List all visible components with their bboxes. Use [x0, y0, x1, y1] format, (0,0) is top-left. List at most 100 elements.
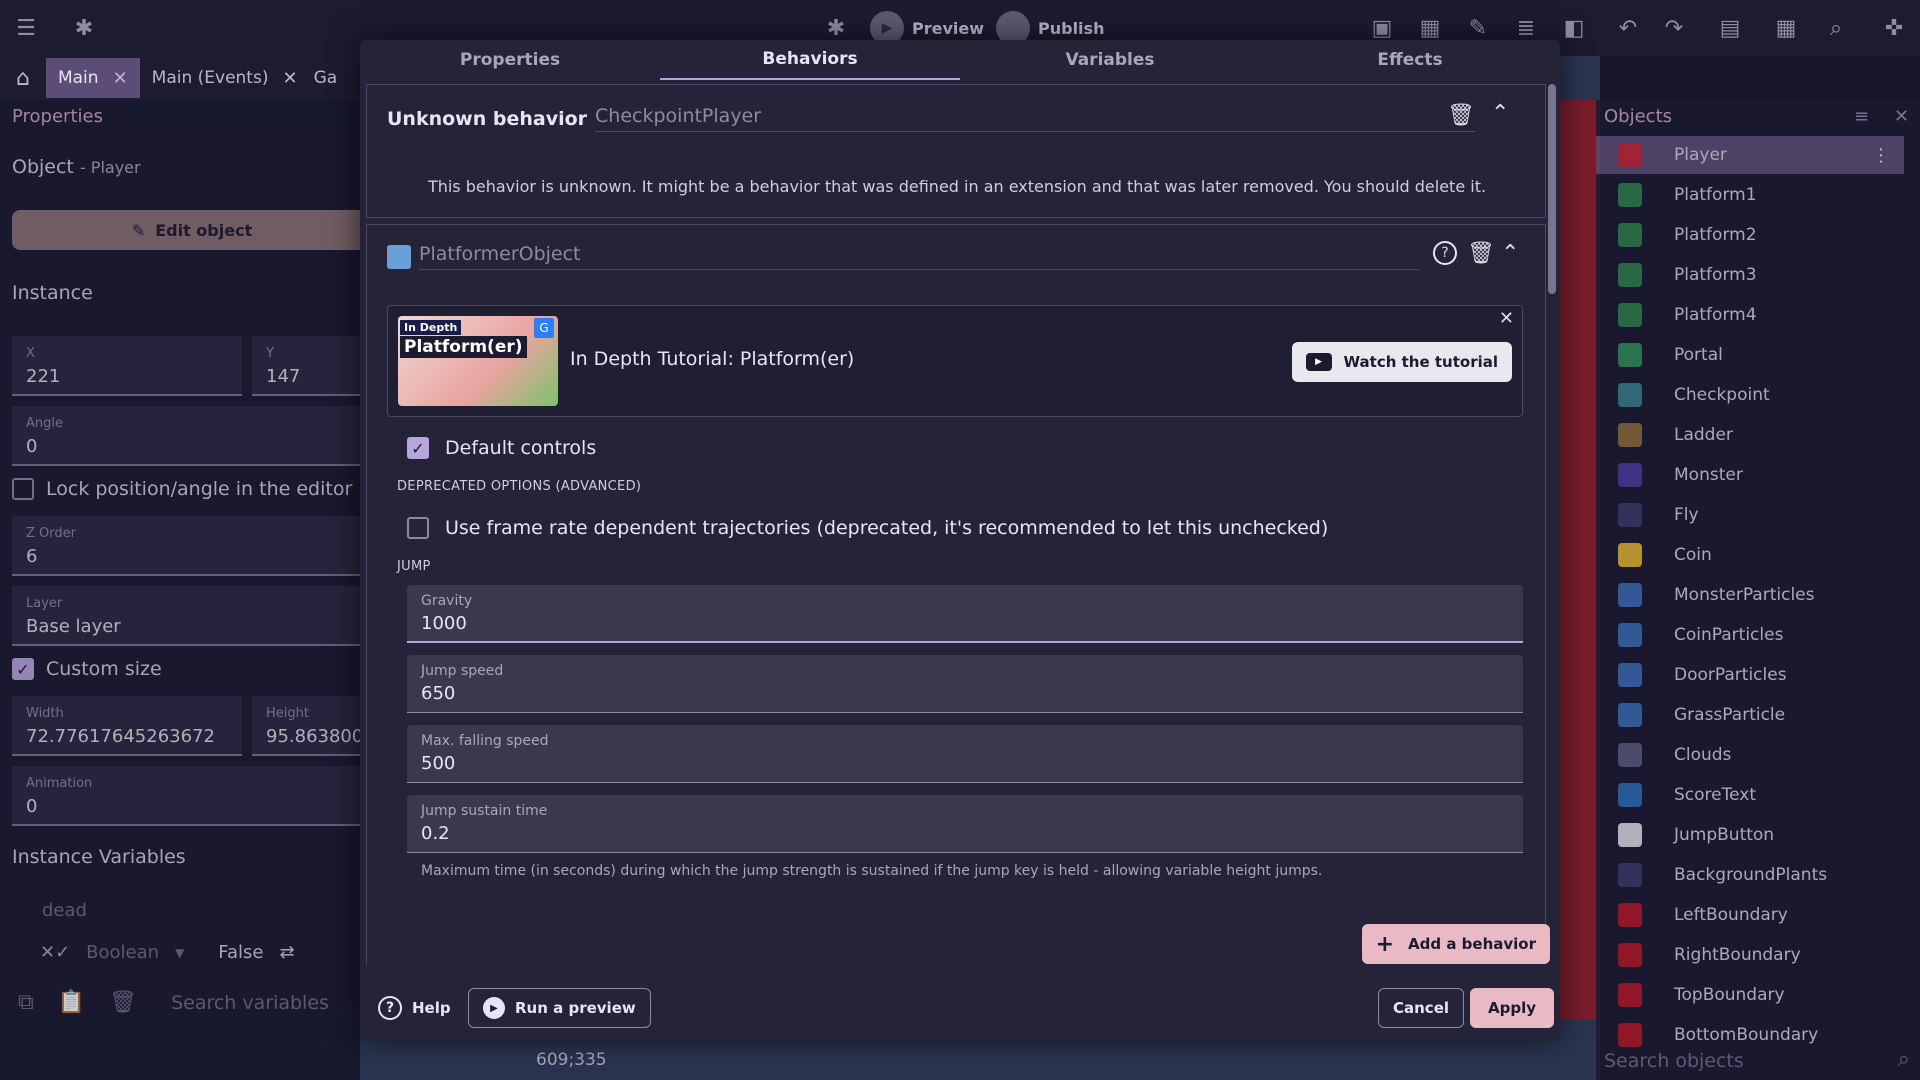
behavior-name[interactable]: CheckpointPlayer [595, 105, 1476, 132]
object-item[interactable]: Player ⋮ [1596, 136, 1904, 174]
angle-field[interactable]: Angle 0 [12, 406, 372, 466]
dialog-scrollbar[interactable] [1548, 84, 1556, 964]
field-label: Animation [26, 776, 93, 791]
x-field[interactable]: X 221 [12, 336, 242, 396]
watch-tutorial-button[interactable]: ▶ Watch the tutorial [1291, 342, 1512, 382]
default-controls-checkbox[interactable]: ✓ [407, 437, 429, 459]
object-item[interactable]: Fly [1596, 496, 1904, 534]
max-falling-speed-field[interactable]: Max. falling speed 500 [407, 725, 1523, 783]
field-value: 0 [26, 436, 38, 457]
tab-main[interactable]: Main ✕ [45, 58, 140, 98]
object-name: Player [1674, 145, 1727, 165]
object-item[interactable]: Clouds [1596, 736, 1904, 774]
object-item[interactable]: BackgroundPlants [1596, 856, 1904, 894]
close-icon[interactable]: ✕ [113, 68, 128, 89]
variable-name[interactable]: dead [42, 900, 87, 921]
animation-field[interactable]: Animation 0 [12, 766, 372, 826]
object-item[interactable]: Portal [1596, 336, 1904, 374]
help-icon[interactable]: ? [1433, 241, 1457, 265]
zoom-icon[interactable]: ⌕ [1818, 10, 1854, 46]
close-icon[interactable]: ✕ [1894, 106, 1909, 127]
behaviors-list[interactable]: Unknown behavior CheckpointPlayer 🗑 ⌃ Th… [366, 84, 1546, 964]
object-item[interactable]: BottomBoundary [1596, 1016, 1904, 1054]
undo-icon[interactable]: ↶ [1610, 10, 1646, 46]
search-icon[interactable]: ⌕ [1898, 1047, 1910, 1072]
height-field[interactable]: Height 95.8638000 [252, 696, 372, 756]
help-button[interactable]: ? Help [378, 988, 451, 1028]
project-manager-icon[interactable]: ☰ [8, 10, 44, 46]
run-preview-button[interactable]: ▶ Run a preview [468, 988, 651, 1028]
z-order-field[interactable]: Z Order 6 [12, 516, 372, 576]
object-item[interactable]: JumpButton [1596, 816, 1904, 854]
debugger-icon[interactable]: ✱ [66, 10, 102, 46]
frame-rate-checkbox[interactable] [407, 517, 429, 539]
object-item[interactable]: Platform2 [1596, 216, 1904, 254]
select-all-icon[interactable]: ▤ [1712, 10, 1748, 46]
object-item[interactable]: RightBoundary [1596, 936, 1904, 974]
tab-main-events[interactable]: Main (Events) ✕ [140, 58, 310, 98]
chevron-down-icon[interactable]: ▼ [175, 946, 184, 960]
object-item[interactable]: CoinParticles [1596, 616, 1904, 654]
custom-size-row[interactable]: ✓ Custom size [12, 658, 162, 680]
object-item[interactable]: Checkpoint [1596, 376, 1904, 414]
object-item[interactable]: Platform1 [1596, 176, 1904, 214]
tab-properties[interactable]: Properties [360, 40, 660, 80]
object-thumbnail-icon [1618, 503, 1642, 527]
chevron-up-icon[interactable]: ⌃ [1501, 241, 1519, 266]
edit-object-button[interactable]: ✎ Edit object [12, 210, 372, 250]
variable-type[interactable]: Boolean [86, 942, 159, 963]
object-item[interactable]: Ladder [1596, 416, 1904, 454]
home-tab[interactable]: ⌂ [0, 58, 46, 98]
width-field[interactable]: Width 72.77617645263672 [12, 696, 242, 756]
y-field[interactable]: Y 147 [252, 336, 372, 396]
object-item[interactable]: Platform3 [1596, 256, 1904, 294]
layer-field[interactable]: Layer Base layer [12, 586, 372, 646]
jump-speed-field[interactable]: Jump speed 650 [407, 655, 1523, 713]
more-options-icon[interactable]: ⋮ [1872, 145, 1890, 166]
frame-rate-row[interactable]: Use frame rate dependent trajectories (d… [407, 517, 1328, 539]
object-item[interactable]: TopBoundary [1596, 976, 1904, 1014]
redo-icon[interactable]: ↷ [1656, 10, 1692, 46]
cancel-label: Cancel [1393, 999, 1450, 1017]
lock-checkbox-row[interactable]: Lock position/angle in the editor [12, 478, 352, 500]
settings-icon[interactable]: ✜ [1876, 10, 1912, 46]
default-controls-row[interactable]: ✓ Default controls [407, 437, 596, 459]
grid-icon[interactable]: ▦ [1768, 10, 1804, 46]
layers-icon[interactable]: ◧ [1556, 10, 1592, 46]
object-item[interactable]: GrassParticle [1596, 696, 1904, 734]
close-icon[interactable]: ✕ [1499, 308, 1514, 329]
tab-variables[interactable]: Variables [960, 40, 1260, 80]
object-item[interactable]: Coin [1596, 536, 1904, 574]
object-item[interactable]: MonsterParticles [1596, 576, 1904, 614]
tab-game[interactable]: Ga [310, 58, 342, 98]
chevron-up-icon[interactable]: ⌃ [1491, 101, 1509, 126]
lock-checkbox[interactable] [12, 478, 34, 500]
paste-icon[interactable]: 📋 [58, 990, 85, 1015]
trash-icon[interactable]: 🗑 [1447, 103, 1475, 128]
object-item[interactable]: Monster [1596, 456, 1904, 494]
object-item[interactable]: ScoreText [1596, 776, 1904, 814]
apply-button[interactable]: Apply [1470, 988, 1555, 1028]
jump-sustain-time-field[interactable]: Jump sustain time 0.2 [407, 795, 1523, 853]
gravity-field[interactable]: Gravity 1000 [407, 585, 1523, 643]
scrollbar-thumb[interactable] [1548, 84, 1556, 294]
gdevelop-logo-icon: G [534, 318, 554, 338]
custom-size-checkbox[interactable]: ✓ [12, 658, 34, 680]
add-behavior-button[interactable]: + Add a behavior [1361, 924, 1550, 964]
filter-icon[interactable]: ≡ [1854, 106, 1869, 127]
cancel-button[interactable]: Cancel [1378, 988, 1465, 1028]
object-item[interactable]: LeftBoundary [1596, 896, 1904, 934]
trash-icon[interactable]: 🗑 [1467, 241, 1495, 266]
search-objects-input[interactable]: Search objects [1604, 1050, 1744, 1072]
search-variables-input[interactable]: Search variables [171, 992, 329, 1014]
copy-icon[interactable]: ⧉ [18, 990, 34, 1015]
variable-value[interactable]: False [218, 942, 263, 963]
tab-effects[interactable]: Effects [1260, 40, 1560, 80]
tab-behaviors[interactable]: Behaviors [660, 40, 960, 80]
swap-icon[interactable]: ⇄ [279, 942, 294, 963]
behavior-name[interactable]: PlatformerObject [419, 243, 1419, 270]
close-icon[interactable]: ✕ [282, 68, 297, 89]
object-item[interactable]: DoorParticles [1596, 656, 1904, 694]
delete-icon[interactable]: 🗑 [109, 990, 137, 1015]
object-item[interactable]: Platform4 [1596, 296, 1904, 334]
